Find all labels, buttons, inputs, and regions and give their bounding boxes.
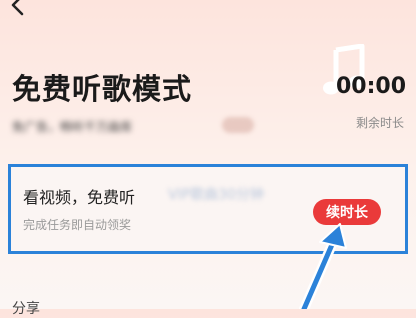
task-title: 看视频，免费听 <box>23 188 136 207</box>
page-title: 免费听歌模式 <box>12 72 193 106</box>
subtitle-tag <box>222 117 254 133</box>
pointer-arrow-icon <box>299 223 347 309</box>
back-chevron-icon[interactable] <box>8 0 30 16</box>
task-title-obscured: VIP歌曲30分钟 <box>168 187 264 203</box>
task-description: 完成任务即自动领奖 <box>23 218 132 232</box>
page-subtitle: 免广告，畅听千万曲库 <box>12 120 133 134</box>
remaining-time-value: 00:00 <box>335 74 406 99</box>
next-section-label: 分享 <box>12 301 40 317</box>
remaining-time-label: 剩余时长 <box>355 116 404 130</box>
